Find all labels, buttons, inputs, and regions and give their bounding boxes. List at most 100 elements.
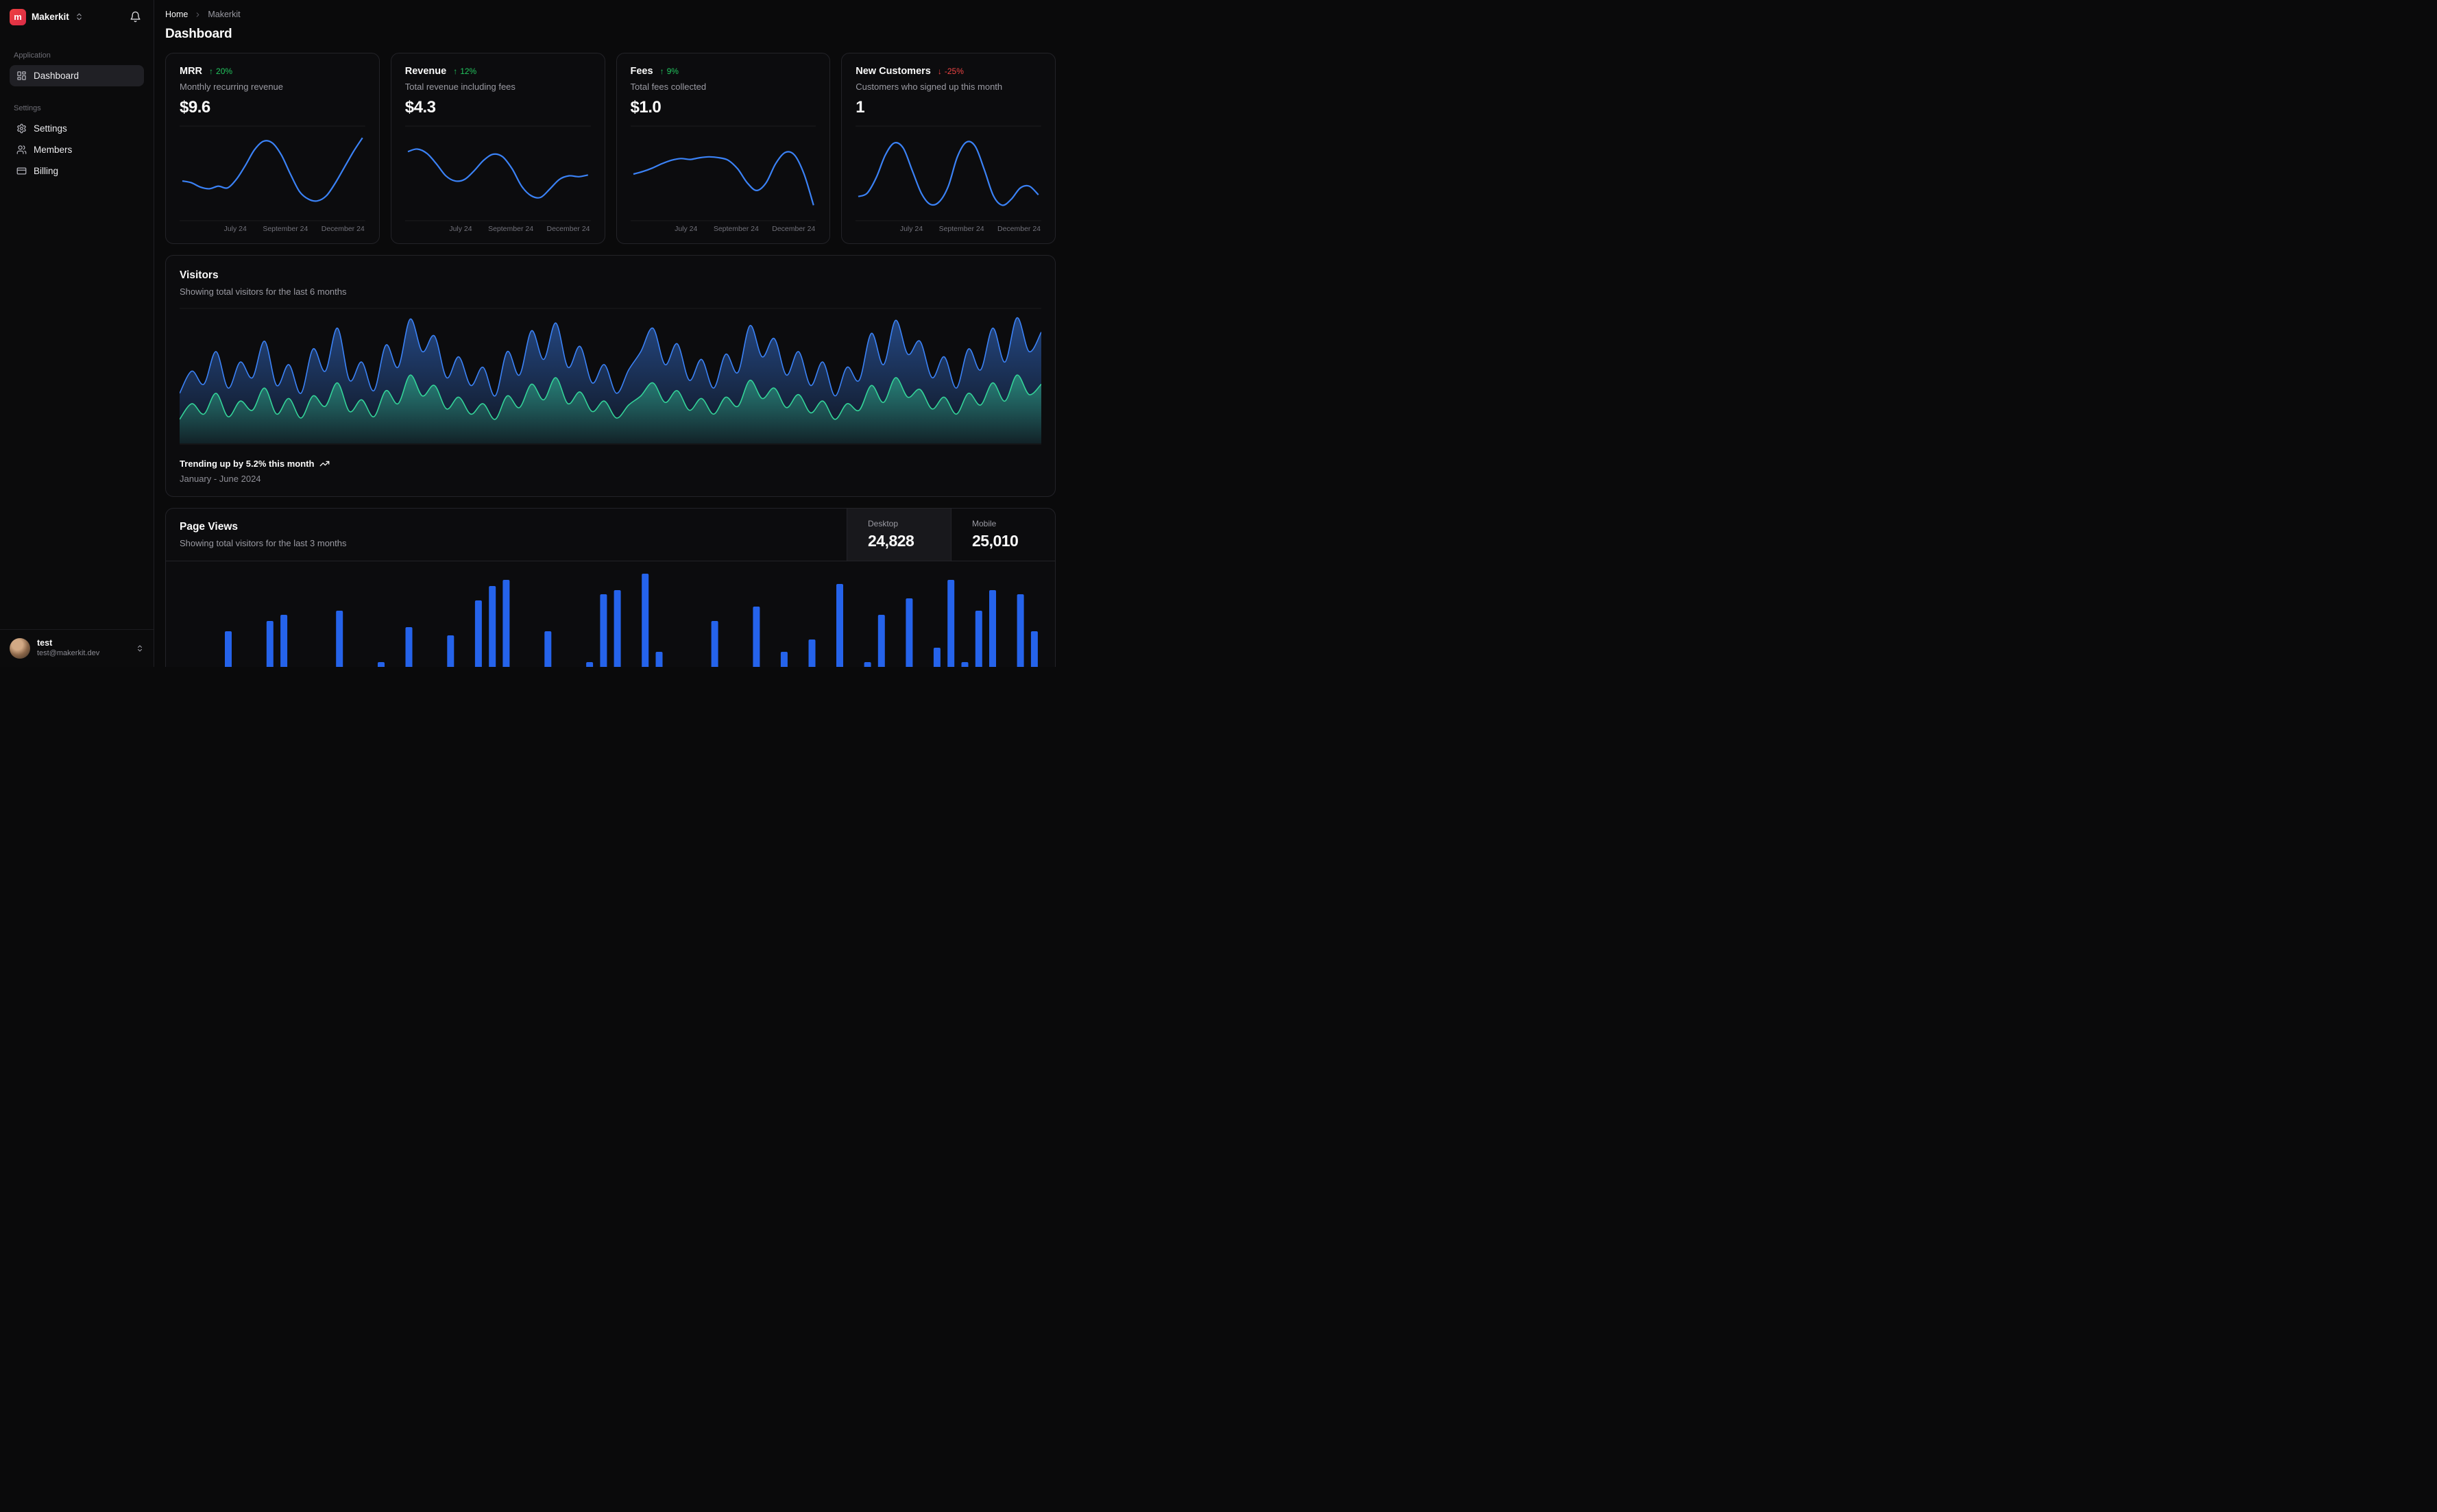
trending-up-icon — [319, 459, 330, 469]
stat-value: 1 — [856, 98, 865, 117]
stat-subtitle: Monthly recurring revenue — [180, 82, 284, 92]
trend-badge: ↑ 9% — [660, 66, 679, 76]
visitors-subtitle: Showing total visitors for the last 6 mo… — [180, 286, 347, 297]
visitors-area-chart — [179, 308, 1042, 445]
x-axis-labels: July 24 September 24 December 24 — [856, 225, 1041, 235]
avatar — [10, 638, 30, 659]
x-tick: December 24 — [546, 225, 590, 233]
toggle-desktop[interactable]: Desktop 24,828 — [847, 509, 951, 561]
gear-icon — [16, 123, 27, 134]
stat-title: MRR — [180, 66, 203, 77]
workspace-switcher[interactable]: m Makerkit — [10, 8, 84, 25]
makerkit-logo: m — [10, 8, 26, 25]
visitors-card: Visitors Showing total visitors for the … — [165, 255, 1056, 497]
user-menu[interactable]: test test@makerkit.dev — [0, 629, 154, 667]
trend-value: 9% — [666, 66, 679, 76]
x-tick: July 24 — [899, 225, 923, 233]
revenue-sparkline-chart — [404, 125, 591, 221]
sidebar-item-billing[interactable]: Billing — [10, 160, 144, 182]
sidebar-section-settings: Settings — [14, 104, 41, 112]
bell-icon — [130, 11, 141, 23]
sidebar-section-application: Application — [14, 51, 51, 60]
app-root: m Makerkit Application Dashboard Setting… — [0, 0, 1067, 667]
x-axis-labels: July 24 September 24 December 24 — [631, 225, 816, 235]
page-views-header: Page Views Showing total visitors for th… — [166, 509, 1055, 561]
stat-value: $9.6 — [180, 98, 210, 117]
arrow-up-icon: ↑ — [453, 66, 458, 76]
page-views-title: Page Views — [180, 521, 239, 533]
sidebar: m Makerkit Application Dashboard Setting… — [0, 0, 154, 667]
chevrons-up-down-icon — [136, 644, 144, 653]
trend-badge: ↓ -25% — [938, 66, 964, 76]
sidebar-nav-settings: Settings Members Billing — [10, 118, 144, 182]
breadcrumb-current: Makerkit — [208, 10, 241, 19]
toggle-value: 24,828 — [868, 532, 914, 550]
new-customers-sparkline-chart — [856, 125, 1041, 221]
stat-title: Fees — [630, 66, 653, 77]
visitors-title: Visitors — [180, 269, 219, 281]
x-axis-labels: July 24 September 24 December 24 — [180, 225, 365, 235]
stat-card-new-customers: New Customers ↓ -25% Customers who signed… — [841, 53, 1056, 244]
x-tick: July 24 — [223, 225, 247, 233]
trend-value: -25% — [944, 66, 964, 76]
stat-card-mrr: MRR ↑ 20% Monthly recurring revenue $9.6 … — [165, 53, 380, 244]
breadcrumb: Home Makerkit — [165, 10, 1056, 19]
sidebar-item-settings[interactable]: Settings — [10, 118, 144, 139]
x-tick: September 24 — [263, 225, 308, 233]
visitors-period: January - June 2024 — [180, 474, 261, 484]
sidebar-item-label: Settings — [34, 123, 67, 134]
x-tick: September 24 — [938, 225, 984, 233]
breadcrumb-home-link[interactable]: Home — [165, 10, 188, 19]
users-icon — [16, 145, 27, 155]
user-name: test — [37, 638, 53, 648]
credit-card-icon — [16, 166, 27, 176]
stat-card-revenue: Revenue ↑ 12% Total revenue including fee… — [390, 53, 605, 244]
user-email: test@makerkit.dev — [37, 648, 100, 657]
page-views-card: Page Views Showing total visitors for th… — [165, 508, 1056, 667]
sidebar-item-label: Dashboard — [34, 71, 80, 81]
toggle-label: Mobile — [972, 519, 997, 528]
page-views-subtitle: Showing total visitors for the last 3 mo… — [180, 538, 347, 548]
x-tick: July 24 — [449, 225, 472, 233]
page-title: Dashboard — [165, 27, 232, 41]
sidebar-header: m Makerkit — [10, 8, 144, 25]
chevron-right-icon — [194, 11, 202, 19]
stat-subtitle: Total revenue including fees — [404, 82, 516, 92]
page-views-bar-chart — [180, 570, 1041, 667]
toggle-mobile[interactable]: Mobile 25,010 — [951, 509, 1055, 561]
x-axis-labels: July 24 September 24 December 24 — [405, 225, 591, 235]
arrow-up-icon: ↑ — [209, 66, 214, 76]
trend-badge: ↑ 20% — [209, 66, 232, 76]
stat-value: $1.0 — [630, 98, 662, 117]
sidebar-nav-application: Dashboard — [10, 65, 144, 86]
stat-value: $4.3 — [404, 98, 436, 117]
arrow-up-icon: ↑ — [659, 66, 664, 76]
x-tick: December 24 — [772, 225, 816, 233]
notifications-button[interactable] — [127, 8, 144, 25]
workspace-name: Makerkit — [32, 12, 69, 22]
stat-cards-row: MRR ↑ 20% Monthly recurring revenue $9.6 … — [165, 53, 1056, 244]
toggle-value: 25,010 — [972, 532, 1019, 550]
x-tick: July 24 — [675, 225, 698, 233]
arrow-down-icon: ↓ — [937, 66, 942, 76]
trend-value: 12% — [460, 66, 477, 76]
chevrons-up-down-icon — [75, 12, 84, 21]
x-tick: December 24 — [997, 225, 1041, 233]
x-tick: September 24 — [488, 225, 534, 233]
trend-value: 20% — [216, 66, 233, 76]
x-tick: December 24 — [321, 225, 365, 233]
sidebar-item-dashboard[interactable]: Dashboard — [10, 65, 144, 86]
visitors-trend-text: Trending up by 5.2% this month — [180, 459, 315, 469]
trend-badge: ↑ 12% — [453, 66, 476, 76]
fees-sparkline-chart — [630, 125, 816, 221]
stat-subtitle: Total fees collected — [630, 82, 707, 92]
stat-title: Revenue — [404, 66, 447, 77]
sidebar-item-members[interactable]: Members — [10, 139, 144, 160]
sidebar-item-label: Billing — [34, 166, 59, 176]
user-meta: test test@makerkit.dev — [37, 638, 129, 658]
main-content: Home Makerkit Dashboard MRR ↑ 20% Monthly… — [154, 0, 1067, 667]
mrr-sparkline-chart — [180, 125, 365, 221]
layout-dashboard-icon — [16, 71, 27, 81]
sidebar-item-label: Members — [34, 145, 73, 155]
visitors-footer: Trending up by 5.2% this month January -… — [180, 459, 1041, 484]
